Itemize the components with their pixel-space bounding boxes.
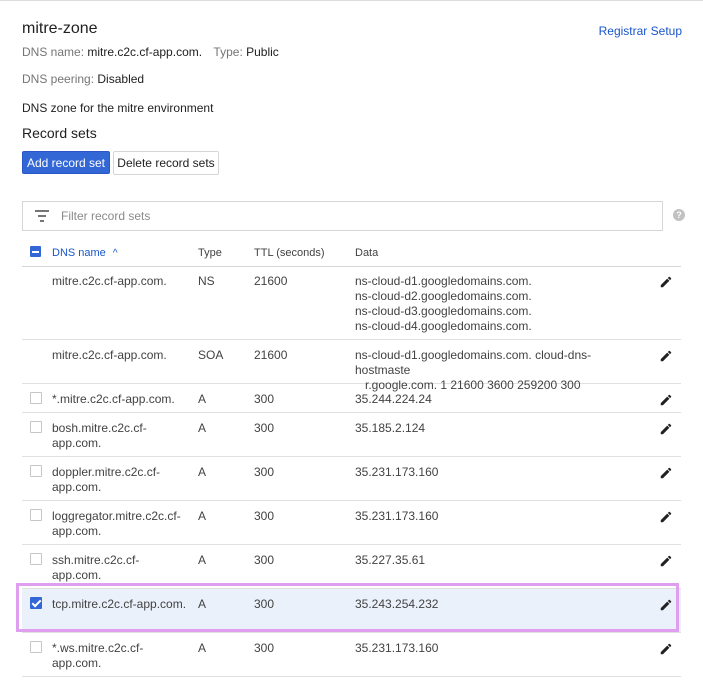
dns-name-value: mitre.c2c.cf-app.com.: [87, 45, 203, 59]
record-dns-name: tcp.mitre.c2c.cf-app.com.: [52, 597, 187, 611]
dns-peering-label: DNS peering:: [22, 72, 95, 86]
table-row[interactable]: loggregator.mitre.c2c.cf-app.com. A 300 35.…: [22, 501, 681, 545]
record-data-line: ns-cloud-d4.googledomains.com.: [355, 319, 532, 333]
record-dns-name: mitre.c2c.cf-app.com.: [52, 274, 167, 288]
record-data: 35.231.173.160: [355, 641, 635, 656]
record-dns-name: loggregator.mitre.c2c.cf-app.com.: [52, 509, 181, 538]
record-type: A: [198, 553, 207, 567]
edit-pencil-icon[interactable]: [659, 510, 673, 524]
record-type: A: [198, 465, 207, 479]
filter-bar[interactable]: [22, 201, 663, 231]
record-data-line: ns-cloud-d3.googledomains.com.: [355, 304, 532, 318]
filter-input[interactable]: [61, 208, 621, 224]
edit-pencil-icon[interactable]: [659, 466, 673, 480]
record-data-line: ns-cloud-d1.googledomains.com.: [355, 274, 532, 288]
record-dns-name: mitre.c2c.cf-app.com.: [52, 348, 167, 362]
zone-description: DNS zone for the mitre environment: [22, 101, 214, 115]
top-divider: [0, 0, 703, 1]
dns-peering-value: Disabled: [97, 72, 145, 86]
record-type: A: [198, 597, 207, 611]
record-dns-name: *.mitre.c2c.cf-app.com.: [52, 392, 175, 406]
table-row[interactable]: doppler.mitre.c2c.cf-app.com. A 300 35.231.…: [22, 457, 681, 501]
record-data-line: ns-cloud-d2.googledomains.com.: [355, 289, 532, 303]
edit-pencil-icon[interactable]: [659, 393, 673, 407]
record-data-line: 35.231.173.160: [355, 465, 439, 479]
select-all-checkbox[interactable]: [30, 246, 41, 257]
record-ttl: 21600: [254, 274, 288, 288]
edit-pencil-icon[interactable]: [659, 349, 673, 363]
column-header-dns-name[interactable]: DNS name ^: [52, 247, 118, 259]
record-type: NS: [198, 274, 215, 288]
record-data: 35.231.173.160: [355, 509, 635, 524]
edit-pencil-icon[interactable]: [659, 598, 673, 612]
registrar-setup-link[interactable]: Registrar Setup: [599, 24, 682, 38]
record-type: A: [198, 641, 207, 655]
sort-ascending-icon: ^: [112, 248, 118, 259]
edit-pencil-icon[interactable]: [659, 554, 673, 568]
table-row[interactable]: *.ws.mitre.c2c.cf-app.com. A 300 35.231.173…: [22, 633, 681, 677]
record-data: 35.185.2.124: [355, 421, 635, 436]
table-header: DNS name ^ Type TTL (seconds) Data: [22, 240, 681, 267]
record-dns-name: bosh.mitre.c2c.cf-app.com.: [52, 421, 147, 450]
row-checkbox[interactable]: [30, 553, 42, 565]
record-data: ns-cloud-d1.googledomains.com. ns-cloud-d…: [355, 274, 635, 334]
record-data-line: 35.185.2.124: [355, 421, 426, 435]
type-label: Type:: [213, 45, 243, 59]
record-data-line: 35.243.254.232: [355, 597, 439, 611]
record-type: A: [198, 392, 207, 406]
record-ttl: 300: [254, 597, 275, 611]
record-data-line: 35.244.224.24: [355, 392, 432, 406]
record-sets-heading: Record sets: [22, 125, 97, 141]
record-data-line: 35.231.173.160: [355, 509, 439, 523]
table-row[interactable]: mitre.c2c.cf-app.com. NS 21600 ns-cloud-d1.…: [22, 266, 681, 340]
record-type: SOA: [198, 348, 224, 362]
row-checkbox[interactable]: [30, 641, 42, 653]
record-data-line: 35.231.173.160: [355, 641, 439, 655]
column-header-type: Type: [198, 247, 222, 259]
row-checkbox[interactable]: [30, 421, 42, 433]
zone-meta-line: DNS name: mitre.c2c.cf-app.com. Type: Pu…: [22, 45, 279, 59]
table-row[interactable]: mitre.c2c.cf-app.com. SOA 21600 ns-cloud-d1…: [22, 340, 681, 392]
row-checkbox[interactable]: [30, 509, 42, 521]
record-dns-name: *.ws.mitre.c2c.cf-app.com.: [52, 641, 144, 670]
column-header-ttl: TTL (seconds): [254, 247, 325, 259]
page-title: mitre-zone: [22, 20, 98, 37]
peering-line: DNS peering: Disabled: [22, 72, 144, 86]
record-dns-name: doppler.mitre.c2c.cf-app.com.: [52, 465, 161, 494]
record-ttl: 300: [254, 509, 275, 523]
record-ttl: 300: [254, 421, 275, 435]
table-row[interactable]: tcp.mitre.c2c.cf-app.com. A 300 35.243.254.…: [22, 589, 681, 633]
record-ttl: 300: [254, 553, 275, 567]
record-type: A: [198, 509, 207, 523]
record-data-line: 35.227.35.61: [355, 553, 426, 567]
edit-pencil-icon[interactable]: [659, 275, 673, 289]
record-ttl: 300: [254, 641, 275, 655]
record-data: 35.227.35.61: [355, 553, 635, 568]
record-ttl: 300: [254, 392, 275, 406]
table-row[interactable]: ssh.mitre.c2c.cf-app.com. A 300 35.227.35.6…: [22, 545, 681, 589]
row-checkbox[interactable]: [30, 392, 42, 404]
edit-pencil-icon[interactable]: [659, 422, 673, 436]
column-header-data: Data: [355, 247, 379, 259]
record-type: A: [198, 421, 207, 435]
filter-icon: [35, 210, 49, 222]
record-data: 35.243.254.232: [355, 597, 635, 612]
record-data: 35.231.173.160: [355, 465, 635, 480]
row-checkbox[interactable]: [30, 465, 42, 477]
dns-name-header-label: DNS name: [52, 247, 106, 259]
record-data-line: ns-cloud-d1.googledomains.com. cloud-dns…: [355, 348, 592, 377]
type-value: Public: [246, 45, 279, 59]
record-dns-name: ssh.mitre.c2c.cf-app.com.: [52, 553, 140, 582]
record-ttl: 21600: [254, 348, 288, 362]
edit-pencil-icon[interactable]: [659, 642, 673, 656]
table-row[interactable]: *.mitre.c2c.cf-app.com. A 300 35.244.224.24: [22, 384, 681, 413]
dns-name-label: DNS name:: [22, 45, 85, 59]
table-row[interactable]: bosh.mitre.c2c.cf-app.com. A 300 35.185.2.1…: [22, 413, 681, 457]
record-ttl: 300: [254, 465, 275, 479]
delete-record-sets-button[interactable]: Delete record sets: [113, 151, 219, 175]
row-checkbox[interactable]: [30, 597, 42, 609]
help-icon[interactable]: ?: [673, 209, 685, 221]
record-data: 35.244.224.24: [355, 392, 635, 407]
add-record-set-button[interactable]: Add record set: [22, 151, 110, 174]
